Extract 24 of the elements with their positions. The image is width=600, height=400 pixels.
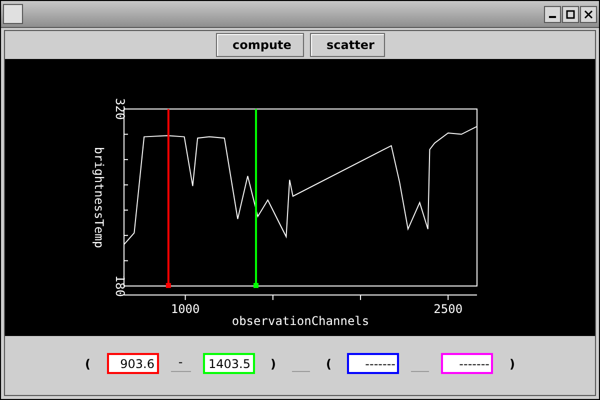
toolbar-button[interactable]: scatter [310,33,384,57]
x-tick-label: 2500 [434,302,463,316]
parenthesis: ) [270,356,277,370]
parenthesis: ( [84,356,92,370]
value-field[interactable]: ------- [441,353,494,374]
cursor-handle[interactable] [254,283,258,288]
fill-in-line: - [170,355,191,372]
maximize-button[interactable] [562,6,579,22]
x-axis-title: observationChannels [232,314,370,328]
cursor-handle[interactable] [166,283,171,288]
close-button[interactable] [580,6,597,22]
parenthesis: ( [325,356,332,370]
value-field[interactable]: ------- [347,353,400,374]
x-tick-label: 1000 [170,302,200,316]
parenthesis: ) [508,356,516,370]
value-field[interactable]: 903.6 [106,353,159,374]
close-icon [584,10,593,18]
y-axis-title: brightnessTemp [92,146,106,248]
value-field[interactable]: 1403.5 [202,353,255,374]
maximize-icon [566,10,575,18]
cursor-line[interactable] [167,109,170,286]
minimize-button[interactable] [544,6,561,22]
toolbar-button[interactable]: compute [216,33,304,57]
minimize-icon [549,16,556,18]
